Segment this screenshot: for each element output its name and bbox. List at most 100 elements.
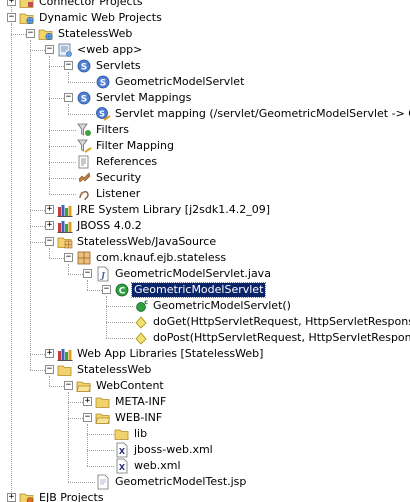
tree-item[interactable]: + Connector Projects (0, 0, 410, 10)
library-icon (57, 346, 73, 362)
tree-item[interactable]: − Dynamic Web Projects (0, 10, 410, 26)
tree-item-label: JBOSS 4.0.2 (77, 219, 142, 232)
protected-method-icon (133, 314, 149, 330)
tree-item[interactable]: S GeometricModelServlet (0, 74, 410, 90)
svg-text:X: X (119, 447, 126, 456)
library-icon (57, 202, 73, 218)
tree-item[interactable]: c GeometricModelServlet() (0, 298, 410, 314)
tree-item[interactable]: − J GeometricModelServlet.java (0, 266, 410, 282)
tree-item[interactable]: − S Servlet Mappings (0, 90, 410, 106)
collapse-toggle-icon[interactable]: − (64, 61, 73, 70)
web-project-icon (38, 26, 54, 42)
protected-method-icon (133, 330, 149, 346)
servlet-mapping-icon: S (95, 106, 111, 122)
security-icon (76, 170, 92, 186)
tree-item[interactable]: + JRE System Library [j2sdk1.4.2_09] (0, 202, 410, 218)
tree-item[interactable]: − <web app> (0, 42, 410, 58)
ejb-project-icon (19, 490, 35, 502)
folder-open-icon (95, 410, 111, 426)
tree-item[interactable]: Xjboss-web.xml (0, 442, 410, 458)
tree-item-label: EJB Projects (39, 491, 104, 502)
tree-item[interactable]: − C GeometricModelServlet (0, 282, 410, 298)
collapse-toggle-icon[interactable]: − (45, 45, 54, 54)
class-icon: C (114, 282, 130, 298)
collapse-toggle-icon[interactable]: − (45, 237, 54, 246)
collapse-toggle-icon[interactable]: − (83, 269, 92, 278)
expand-toggle-icon[interactable]: + (7, 0, 16, 6)
svg-text:S: S (81, 63, 87, 73)
tree-item[interactable]: doGet(HttpServletRequest, HttpServletRes… (0, 314, 410, 330)
tree-item-label: doPost(HttpServletRequest, HttpServletRe… (153, 331, 410, 344)
collapse-toggle-icon[interactable]: − (45, 365, 54, 374)
collapse-toggle-icon[interactable]: − (64, 93, 73, 102)
tree-item[interactable]: + JBOSS 4.0.2 (0, 218, 410, 234)
svg-text:c: c (144, 299, 148, 306)
servlet-s-icon: S (76, 58, 92, 74)
tree-item[interactable]: − S Servlets (0, 58, 410, 74)
tree-item[interactable]: + EJB Projects (0, 490, 410, 502)
collapse-toggle-icon[interactable]: − (26, 29, 35, 38)
tree-item-label: WebContent (96, 379, 164, 392)
tree-item-label: Listener (96, 187, 141, 200)
tree-item[interactable]: S Servlet mapping (/servlet/GeometricMode… (0, 106, 410, 122)
folder-open-icon (76, 378, 92, 394)
servlet-s-icon: S (76, 90, 92, 106)
filter-icon (76, 122, 92, 138)
tree-item-label: Connector Projects (39, 0, 143, 8)
tree-item[interactable]: Listener (0, 186, 410, 202)
collapse-toggle-icon[interactable]: − (102, 285, 111, 294)
svg-text:S: S (81, 95, 87, 105)
tree-item-label: lib (134, 427, 148, 440)
tree-item[interactable]: + META-INF (0, 394, 410, 410)
collapse-toggle-icon[interactable]: − (7, 13, 16, 22)
tree-item[interactable]: − StatelessWeb (0, 362, 410, 378)
tree-item-label: StatelessWeb (58, 27, 133, 40)
folder-icon (95, 394, 111, 410)
tree-item[interactable]: lib (0, 426, 410, 442)
expand-toggle-icon[interactable]: + (83, 397, 92, 406)
tree-item[interactable]: References (0, 154, 410, 170)
tree-item[interactable]: Filters (0, 122, 410, 138)
svg-text:X: X (119, 463, 126, 472)
package-icon (76, 250, 92, 266)
tree-item-label: web.xml (134, 459, 181, 472)
tree-item-label: GeometricModelServlet (115, 75, 245, 88)
collapse-toggle-icon[interactable]: − (64, 381, 73, 390)
java-file-icon: J (95, 266, 111, 282)
expand-toggle-icon[interactable]: + (45, 221, 54, 230)
svg-text:C: C (119, 287, 126, 297)
tree-item-label: GeometricModelServlet (130, 282, 267, 298)
tree-item[interactable]: − StatelessWeb/JavaSource (0, 234, 410, 250)
listener-icon (76, 186, 92, 202)
tree-item-label: META-INF (115, 395, 167, 408)
tree-item[interactable]: Security (0, 170, 410, 186)
tree-item-label: Security (96, 171, 142, 184)
library-icon (57, 218, 73, 234)
tree-item-label: GeometricModelServlet() (153, 299, 291, 312)
tree-item[interactable]: − WEB-INF (0, 410, 410, 426)
tree-item[interactable]: GeometricModelTest.jsp (0, 474, 410, 490)
collapse-toggle-icon[interactable]: − (83, 413, 92, 422)
tree-item-label: doGet(HttpServletRequest, HttpServletRes… (153, 315, 410, 328)
tree-item[interactable]: − StatelessWeb (0, 26, 410, 42)
expand-toggle-icon[interactable]: + (45, 205, 54, 214)
connector-project-icon (19, 0, 35, 10)
folder-icon (57, 362, 73, 378)
expand-toggle-icon[interactable]: + (45, 349, 54, 358)
expand-toggle-icon[interactable]: + (7, 493, 16, 502)
tree-item-label: Web App Libraries [StatelessWeb] (77, 347, 264, 360)
servlet-s-icon: S (95, 74, 111, 90)
collapse-toggle-icon[interactable]: − (64, 253, 73, 262)
tree-item-label: JRE System Library [j2sdk1.4.2_09] (77, 203, 271, 216)
tree-item[interactable]: − WebContent (0, 378, 410, 394)
tree-item[interactable]: Filter Mapping (0, 138, 410, 154)
tree-item[interactable]: doPost(HttpServletRequest, HttpServletRe… (0, 330, 410, 346)
constructor-icon: c (133, 298, 149, 314)
svg-text:S: S (99, 110, 105, 119)
tree-item-label: com.knauf.ejb.stateless (96, 251, 227, 264)
tree-item[interactable]: − com.knauf.ejb.stateless (0, 250, 410, 266)
tree-item-label: StatelessWeb (77, 363, 152, 376)
tree-item[interactable]: Xweb.xml (0, 458, 410, 474)
tree-item-label: Servlet mapping (/servlet/GeometricModel… (115, 107, 410, 120)
tree-item[interactable]: + Web App Libraries [StatelessWeb] (0, 346, 410, 362)
